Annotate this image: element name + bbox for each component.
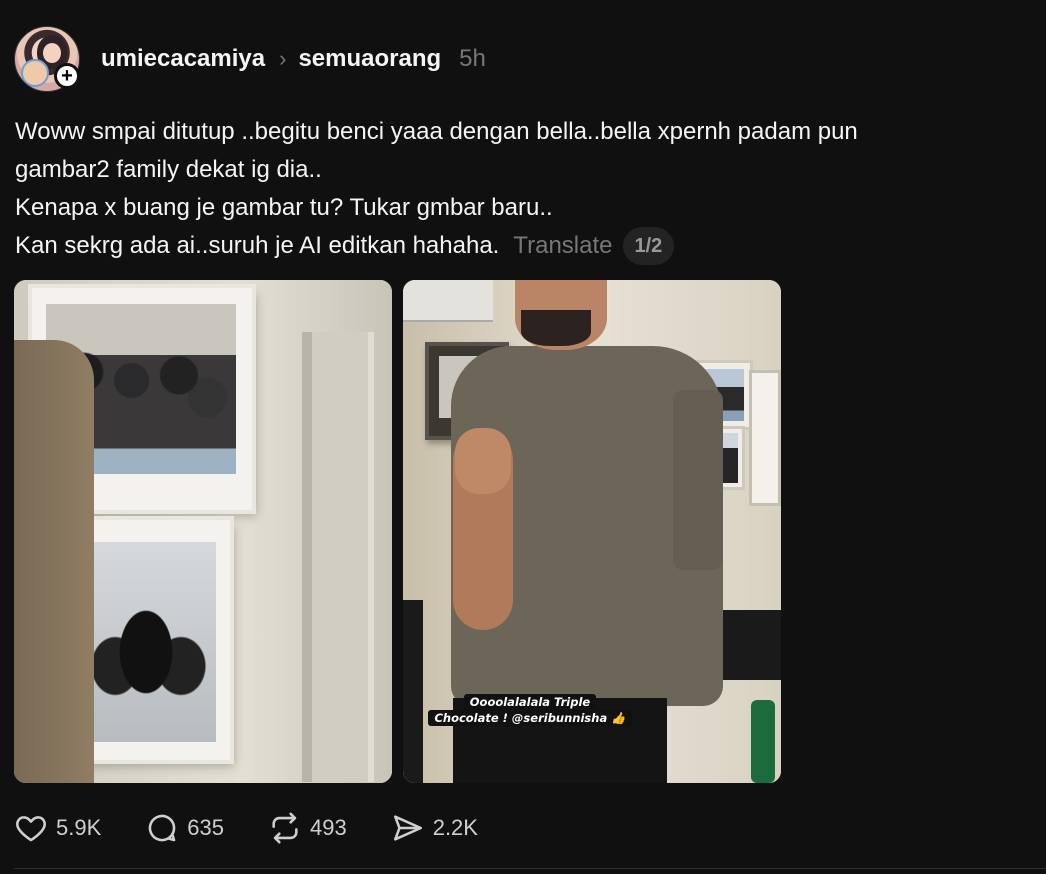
community-link[interactable]: semuaorang	[298, 45, 441, 73]
action-bar: 5.9K 635 493 2.2K	[14, 810, 522, 846]
page-indicator: 1/2	[622, 227, 675, 265]
translate-link[interactable]: Translate	[513, 232, 612, 259]
like-button[interactable]: 5.9K	[14, 811, 101, 845]
follow-plus-icon[interactable]: +	[54, 63, 80, 89]
sticker-line-2: Chocolate ! @seribunnisha 👍	[428, 710, 632, 726]
post-timestamp[interactable]: 5h	[459, 45, 486, 73]
post-image-2[interactable]: Oooolalalala Triple Chocolate ! @seribun…	[403, 280, 781, 783]
post-header: umiecacamiya › semuaorang 5h	[101, 42, 486, 76]
comment-icon	[149, 814, 176, 842]
like-count: 5.9K	[56, 815, 102, 840]
sticker-line-1: Oooolalalala Triple	[463, 694, 597, 710]
repost-button[interactable]: 493	[268, 811, 347, 845]
chevron-right-icon: ›	[279, 46, 287, 71]
repost-icon	[272, 812, 298, 844]
post-body: Woww smpai ditutup ..begitu benci yaaa d…	[15, 113, 1025, 265]
share-button[interactable]: 2.2K	[391, 811, 478, 845]
send-icon	[393, 815, 422, 841]
thread-post: + umiecacamiya › semuaorang 5h Woww smpa…	[0, 0, 1046, 874]
avatar[interactable]: +	[14, 26, 80, 92]
post-image-1[interactable]	[14, 280, 392, 783]
share-count: 2.2K	[432, 815, 478, 840]
body-line-3: Kenapa x buang je gambar tu? Tukar gmbar…	[15, 194, 553, 221]
heart-icon	[16, 816, 46, 842]
reply-button[interactable]: 635	[145, 811, 224, 845]
reply-count: 635	[187, 815, 224, 840]
body-line-1: Woww smpai ditutup ..begitu benci yaaa d…	[15, 118, 858, 145]
username-link[interactable]: umiecacamiya	[101, 45, 265, 73]
body-line-2: gambar2 family dekat ig dia..	[15, 156, 322, 183]
image-caption-sticker: Oooolalalala Triple Chocolate ! @seribun…	[425, 694, 635, 726]
body-line-4-text: Kan sekrg ada ai..suruh je AI editkan ha…	[15, 232, 500, 259]
repost-count: 493	[309, 815, 347, 840]
post-divider	[14, 868, 1046, 869]
body-line-4: Kan sekrg ada ai..suruh je AI editkan ha…	[15, 227, 1025, 265]
